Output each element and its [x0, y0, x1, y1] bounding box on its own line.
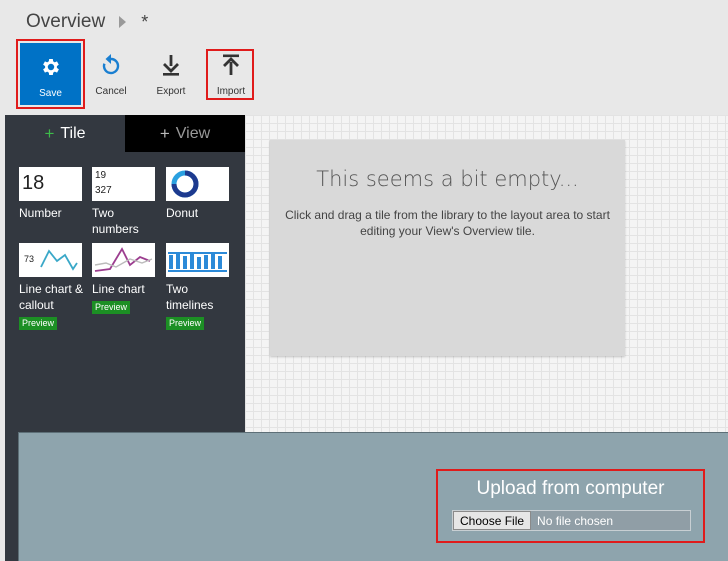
cancel-button[interactable]: Cancel: [85, 43, 137, 105]
number-thumbnail: 18: [19, 167, 82, 201]
tile-donut[interactable]: Donut: [166, 167, 232, 221]
export-label: Export: [156, 86, 186, 97]
two-numbers-thumbnail: 19 327: [92, 167, 155, 201]
tab-tile-label: Tile: [60, 124, 86, 142]
tile-line-chart[interactable]: Line chart Preview: [92, 243, 158, 315]
preview-badge: Preview: [166, 317, 205, 330]
empty-drop-zone[interactable]: This seems a bit empty... Click and drag…: [270, 140, 625, 356]
save-label: Save: [39, 88, 62, 99]
gear-icon: [40, 55, 62, 79]
import-button[interactable]: Import: [205, 43, 257, 105]
tile-label: Two timelines: [166, 282, 214, 312]
tab-view-label: View: [175, 124, 211, 142]
tile-two-timelines[interactable]: Two timelines Preview: [166, 243, 232, 331]
tile-label: Two numbers: [92, 206, 139, 236]
preview-badge: Preview: [92, 301, 131, 314]
tile-two-numbers[interactable]: 19 327 Two numbers: [92, 167, 158, 237]
two-timelines-thumbnail: [166, 243, 229, 277]
download-icon: [162, 51, 180, 79]
timeline-bars-icon: [168, 252, 227, 272]
two-numbers-thumb-bottom: 327: [95, 185, 112, 196]
upload-icon: [222, 51, 240, 79]
preview-badge: Preview: [19, 317, 58, 330]
file-input[interactable]: Choose File No file chosen: [452, 510, 691, 531]
tile-label: Number: [19, 206, 62, 220]
number-thumb-value: 18: [22, 172, 45, 194]
export-button[interactable]: Export: [145, 43, 197, 105]
plus-icon: +: [44, 123, 55, 143]
line-chart-icon: [40, 249, 78, 271]
chevron-right-icon: [119, 16, 127, 28]
plus-icon: +: [159, 123, 170, 143]
tab-tile[interactable]: + Tile: [5, 115, 125, 152]
view-designer: Overview * Save Cancel Export Import + T…: [0, 0, 728, 561]
cancel-label: Cancel: [95, 86, 127, 97]
upload-title: Upload from computer: [476, 478, 665, 499]
import-label: Import: [216, 86, 246, 97]
line-chart-callout-thumbnail: 73: [19, 243, 82, 277]
unsaved-marker: *: [141, 11, 149, 32]
file-status: No file chosen: [537, 513, 614, 528]
breadcrumb: Overview *: [26, 9, 148, 35]
undo-icon: [101, 51, 121, 79]
page-title[interactable]: Overview: [26, 11, 105, 33]
save-button[interactable]: Save: [20, 43, 81, 105]
tab-view[interactable]: + View: [125, 115, 245, 152]
empty-description: Click and drag a tile from the library t…: [285, 208, 610, 238]
tile-label: Line chart & callout: [19, 282, 84, 312]
tile-label: Line chart: [92, 282, 145, 296]
donut-chart-icon: [171, 170, 199, 198]
tile-line-chart-callout[interactable]: 73 Line chart & callout Preview: [19, 243, 85, 331]
line-chart-icon: [94, 247, 153, 272]
empty-title: This seems a bit empty...: [316, 167, 579, 191]
two-numbers-thumb-top: 19: [95, 170, 107, 181]
tile-label: Donut: [166, 206, 199, 220]
choose-file-button[interactable]: Choose File: [453, 511, 532, 530]
tile-number[interactable]: 18 Number: [19, 167, 85, 221]
donut-thumbnail: [166, 167, 229, 201]
library-tabs: + Tile + View: [5, 115, 245, 152]
line-chart-thumbnail: [92, 243, 155, 277]
